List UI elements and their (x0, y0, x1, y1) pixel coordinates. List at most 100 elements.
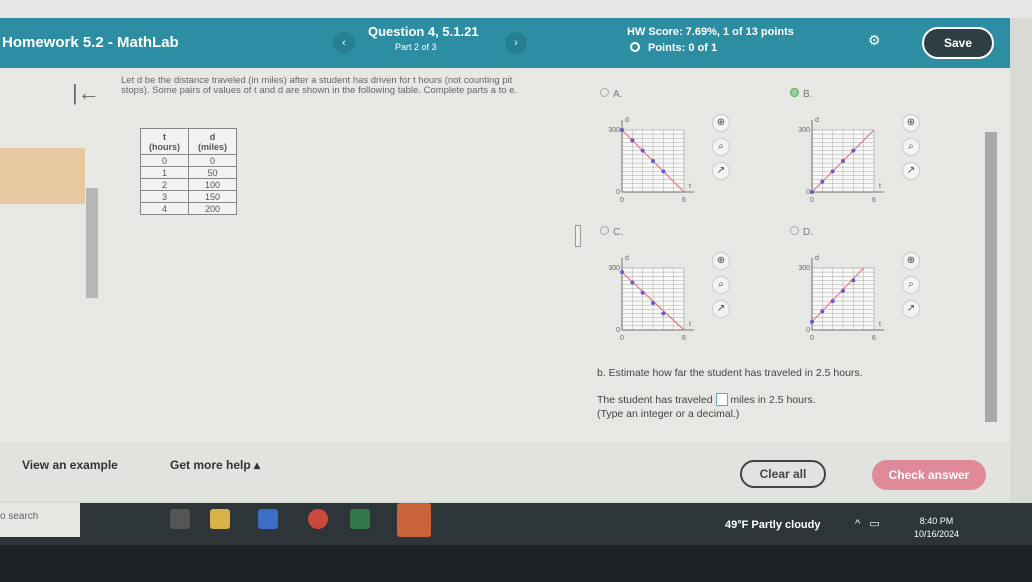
data-point (651, 159, 655, 163)
option-graph: 300 00 6 d t (608, 255, 694, 342)
y-axis-label: d (625, 117, 629, 124)
radio-button[interactable] (600, 226, 609, 235)
zoom-in-icon[interactable]: ⊕ (902, 114, 920, 132)
x-axis-label: t (689, 183, 691, 190)
zoom-in-icon[interactable]: ⊕ (712, 252, 730, 270)
radio-button[interactable] (600, 88, 609, 97)
hw-score: HW Score: 7.69%, 1 of 13 points (627, 26, 794, 38)
data-point (661, 169, 666, 174)
header-bar: Homework 5.2 - MathLab ‹ Question 4, 5.1… (0, 18, 1010, 68)
question-part: Part 2 of 3 (395, 42, 437, 52)
data-point (640, 148, 645, 153)
assignment-title: Homework 5.2 - MathLab (2, 34, 179, 51)
option-graph: 300 00 6 d t (798, 255, 884, 342)
save-button[interactable]: Save (922, 27, 994, 59)
weather-widget[interactable]: 49°F Partly cloudy (725, 519, 821, 531)
points: Points: 0 of 1 (630, 42, 717, 54)
pane-divider-handle[interactable] (575, 225, 581, 247)
view-example-link[interactable]: View an example (22, 458, 118, 472)
table-cell: 2 (140, 178, 189, 191)
y-axis-label: d (815, 117, 819, 124)
part-b-question: b. Estimate how far the student has trav… (597, 367, 863, 379)
prev-question-button[interactable]: ‹ (333, 32, 355, 54)
x-tick-label: 6 (682, 335, 686, 342)
clear-all-button[interactable]: Clear all (740, 460, 826, 488)
x-axis-label: t (879, 321, 881, 328)
question-area: |← Let d be the distance traveled (in mi… (0, 68, 1010, 443)
file-explorer-icon[interactable] (210, 509, 230, 529)
x-tick-label: 0 (810, 335, 814, 342)
zoom-out-icon[interactable]: ⌕ (902, 138, 920, 156)
data-point (651, 301, 655, 306)
x-tick-label: 0 (620, 335, 624, 342)
monitor-bezel (0, 545, 1032, 582)
option-d[interactable]: D. (790, 226, 813, 238)
data-point (620, 128, 624, 132)
zoom-out-icon[interactable]: ⌕ (712, 276, 730, 294)
y-tick-label: 0 (616, 327, 620, 334)
data-point (841, 288, 845, 293)
zoom-in-icon[interactable]: ⊕ (712, 114, 730, 132)
table-cell: 4 (140, 202, 189, 215)
option-a[interactable]: A. (600, 88, 622, 100)
zoom-out-icon[interactable]: ⌕ (902, 276, 920, 294)
table-cell: 0 (140, 154, 189, 167)
data-point (640, 290, 645, 295)
next-question-button[interactable]: › (505, 32, 527, 54)
chrome-icon[interactable] (308, 509, 328, 529)
y-tick-label: 300 (798, 265, 810, 272)
tray-chevron-icon[interactable]: ^ ▭ (855, 517, 880, 530)
zoom-in-icon[interactable]: ⊕ (902, 252, 920, 270)
word-icon[interactable] (258, 509, 278, 529)
zoom-out-icon[interactable]: ⌕ (712, 138, 730, 156)
x-tick-label: 6 (872, 197, 876, 204)
data-point (851, 278, 856, 283)
option-b[interactable]: B. (790, 88, 812, 100)
edge-icon[interactable] (397, 503, 431, 537)
open-new-window-icon[interactable]: ↗ (902, 300, 920, 318)
x-tick-label: 0 (810, 197, 814, 204)
table-row: 3 150 (140, 190, 237, 203)
table-cell: 150 (188, 190, 237, 203)
header-d: d (miles) (188, 128, 237, 155)
settings-gear-icon[interactable]: ⚙ (868, 32, 881, 49)
open-new-window-icon[interactable]: ↗ (712, 162, 730, 180)
option-c[interactable]: C. (600, 226, 623, 238)
table-cell: 50 (188, 166, 237, 179)
data-point (810, 319, 814, 324)
get-more-help-button[interactable]: Get more help ▴ (170, 458, 260, 472)
option-graph: 300 00 6 d t (608, 117, 694, 204)
data-point (820, 309, 825, 314)
side-panel-tab (0, 148, 85, 204)
check-answer-button[interactable]: Check answer (872, 460, 986, 490)
points-text: Points: 0 of 1 (648, 42, 718, 54)
y-tick-label: 300 (798, 127, 810, 134)
radio-button[interactable] (790, 88, 799, 97)
x-tick-label: 6 (682, 197, 686, 204)
data-point (810, 190, 814, 194)
right-scrollbar[interactable] (985, 132, 997, 422)
table-row: 2 100 (140, 178, 237, 191)
footer-bar: View an example Get more help ▴ Clear al… (0, 443, 1010, 501)
progress-ring-icon (630, 42, 640, 52)
taskbar-search[interactable]: o search (0, 503, 80, 537)
taskbar: o search 49°F Partly cloudy ^ ▭ 8:40 PM 1… (0, 503, 1032, 545)
y-tick-label: 300 (608, 265, 620, 272)
left-scrollbar[interactable] (86, 188, 98, 298)
table-cell: 100 (188, 178, 237, 191)
answer-input[interactable] (715, 393, 728, 406)
table-row: 4 200 (140, 202, 237, 215)
open-new-window-icon[interactable]: ↗ (902, 162, 920, 180)
excel-icon[interactable] (350, 509, 370, 529)
table-row: 00 (140, 154, 237, 167)
open-new-window-icon[interactable]: ↗ (712, 300, 730, 318)
task-view-icon[interactable] (170, 509, 190, 529)
collapse-arrow-icon[interactable]: |← (72, 80, 100, 106)
radio-button[interactable] (790, 226, 799, 235)
clock[interactable]: 8:40 PM 10/16/2024 (914, 515, 959, 541)
browser-strip (0, 0, 1032, 18)
table-cell: 200 (188, 202, 237, 215)
data-point (820, 179, 825, 184)
x-axis-label: t (689, 321, 691, 328)
problem-prompt: Let d be the distance traveled (in miles… (121, 75, 518, 96)
